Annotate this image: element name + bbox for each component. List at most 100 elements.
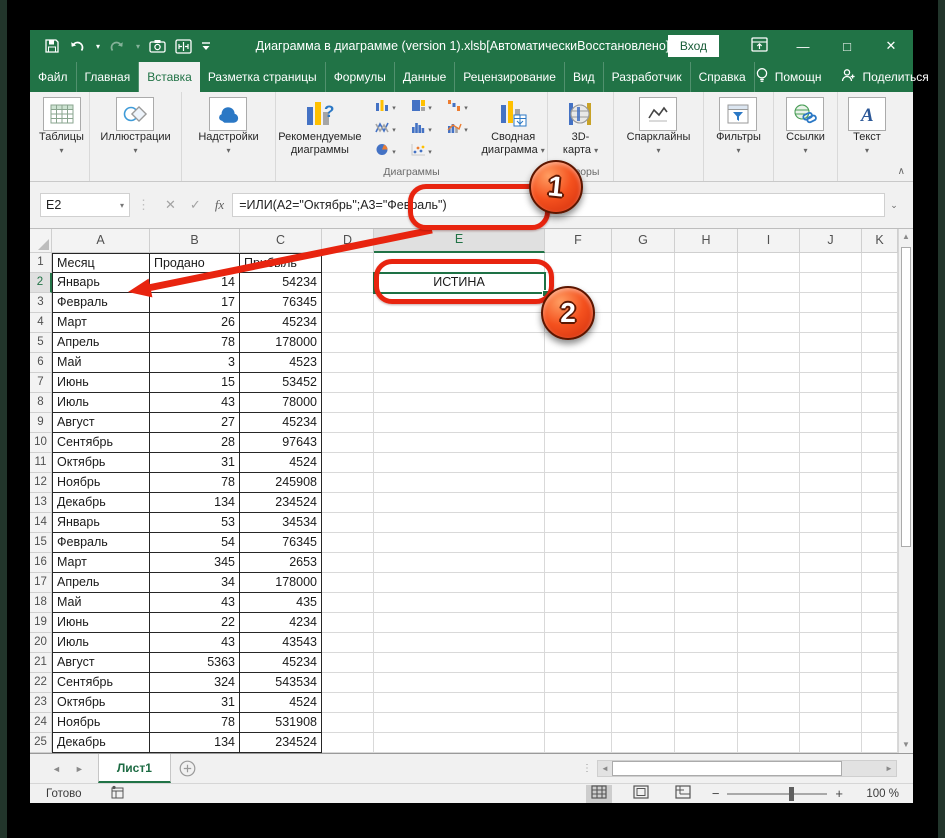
cell-B11[interactable]: 31 — [150, 453, 240, 473]
column-header-F[interactable]: F — [545, 229, 612, 253]
cell-H14[interactable] — [675, 513, 738, 533]
cell-H4[interactable] — [675, 313, 738, 333]
cell-E11[interactable] — [374, 453, 545, 473]
cell-D3[interactable] — [322, 293, 374, 313]
cell-B12[interactable]: 78 — [150, 473, 240, 493]
redo-dropdown-icon[interactable]: ▾ — [136, 42, 140, 51]
cell-A15[interactable]: Февраль — [52, 533, 150, 553]
cell-E20[interactable] — [374, 633, 545, 653]
cell-A3[interactable]: Февраль — [52, 293, 150, 313]
undo-icon[interactable] — [69, 39, 85, 53]
cell-F7[interactable] — [545, 373, 612, 393]
cell-D4[interactable] — [322, 313, 374, 333]
cell-H3[interactable] — [675, 293, 738, 313]
cell-I9[interactable] — [738, 413, 800, 433]
cell-E6[interactable] — [374, 353, 545, 373]
cell-G12[interactable] — [612, 473, 675, 493]
cell-C9[interactable]: 45234 — [240, 413, 322, 433]
row-header-2[interactable]: 2 — [30, 273, 52, 293]
select-all-corner[interactable] — [30, 229, 52, 253]
cancel-icon[interactable]: ✕ — [165, 197, 176, 213]
cell-K17[interactable] — [862, 573, 898, 593]
column-header-K[interactable]: K — [862, 229, 898, 253]
cell-C16[interactable]: 2653 — [240, 553, 322, 573]
cell-I15[interactable] — [738, 533, 800, 553]
zoom-slider-thumb[interactable] — [789, 786, 795, 801]
cell-A11[interactable]: Октябрь — [52, 453, 150, 473]
cell-H22[interactable] — [675, 673, 738, 693]
row-header-10[interactable]: 10 — [30, 433, 52, 453]
cell-I11[interactable] — [738, 453, 800, 473]
cell-H17[interactable] — [675, 573, 738, 593]
cell-E14[interactable] — [374, 513, 545, 533]
cell-I14[interactable] — [738, 513, 800, 533]
cell-I25[interactable] — [738, 733, 800, 753]
cell-C14[interactable]: 34534 — [240, 513, 322, 533]
cell-K15[interactable] — [862, 533, 898, 553]
cell-D14[interactable] — [322, 513, 374, 533]
row-header-13[interactable]: 13 — [30, 493, 52, 513]
cell-I24[interactable] — [738, 713, 800, 733]
treemap-chart-button[interactable]: ▾ — [404, 97, 440, 119]
enter-icon[interactable]: ✓ — [190, 197, 201, 213]
cell-C5[interactable]: 178000 — [240, 333, 322, 353]
cell-K23[interactable] — [862, 693, 898, 713]
cell-J5[interactable] — [800, 333, 862, 353]
cell-D23[interactable] — [322, 693, 374, 713]
add-sheet-icon[interactable] — [171, 754, 205, 783]
cell-F24[interactable] — [545, 713, 612, 733]
cell-J25[interactable] — [800, 733, 862, 753]
cell-G20[interactable] — [612, 633, 675, 653]
cell-C21[interactable]: 45234 — [240, 653, 322, 673]
cell-A2[interactable]: Январь — [52, 273, 150, 293]
cell-A17[interactable]: Апрель — [52, 573, 150, 593]
row-header-23[interactable]: 23 — [30, 693, 52, 713]
cell-K20[interactable] — [862, 633, 898, 653]
expand-formula-bar-icon[interactable]: ⌄ — [885, 200, 903, 211]
cell-K18[interactable] — [862, 593, 898, 613]
cell-B4[interactable]: 26 — [150, 313, 240, 333]
cell-H13[interactable] — [675, 493, 738, 513]
cell-H15[interactable] — [675, 533, 738, 553]
cell-F6[interactable] — [545, 353, 612, 373]
cell-G8[interactable] — [612, 393, 675, 413]
cell-E16[interactable] — [374, 553, 545, 573]
cell-D15[interactable] — [322, 533, 374, 553]
cell-K5[interactable] — [862, 333, 898, 353]
cell-J23[interactable] — [800, 693, 862, 713]
zoom-level[interactable]: 100 % — [859, 788, 899, 800]
row-header-11[interactable]: 11 — [30, 453, 52, 473]
cell-H19[interactable] — [675, 613, 738, 633]
cell-K4[interactable] — [862, 313, 898, 333]
cell-K22[interactable] — [862, 673, 898, 693]
undo-dropdown-icon[interactable]: ▾ — [96, 42, 100, 51]
cell-G23[interactable] — [612, 693, 675, 713]
cell-D11[interactable] — [322, 453, 374, 473]
cell-H23[interactable] — [675, 693, 738, 713]
cell-H9[interactable] — [675, 413, 738, 433]
cell-I3[interactable] — [738, 293, 800, 313]
cell-D9[interactable] — [322, 413, 374, 433]
cell-I18[interactable] — [738, 593, 800, 613]
cell-F22[interactable] — [545, 673, 612, 693]
cell-A7[interactable]: Июнь — [52, 373, 150, 393]
cell-I1[interactable] — [738, 253, 800, 273]
cell-F11[interactable] — [545, 453, 612, 473]
cell-H16[interactable] — [675, 553, 738, 573]
cell-A9[interactable]: Август — [52, 413, 150, 433]
tab-файл[interactable]: Файл — [30, 62, 77, 92]
cell-E23[interactable] — [374, 693, 545, 713]
cell-J12[interactable] — [800, 473, 862, 493]
cell-K3[interactable] — [862, 293, 898, 313]
cell-D13[interactable] — [322, 493, 374, 513]
map3d-button[interactable]: 3D- карта ▾ — [557, 95, 604, 159]
cell-J22[interactable] — [800, 673, 862, 693]
cell-E8[interactable] — [374, 393, 545, 413]
column-header-H[interactable]: H — [675, 229, 738, 253]
cell-B24[interactable]: 78 — [150, 713, 240, 733]
column-chart-button[interactable]: ▾ — [368, 97, 404, 119]
cell-I13[interactable] — [738, 493, 800, 513]
minimize-button[interactable]: — — [781, 30, 825, 62]
cell-F23[interactable] — [545, 693, 612, 713]
cell-C24[interactable]: 531908 — [240, 713, 322, 733]
